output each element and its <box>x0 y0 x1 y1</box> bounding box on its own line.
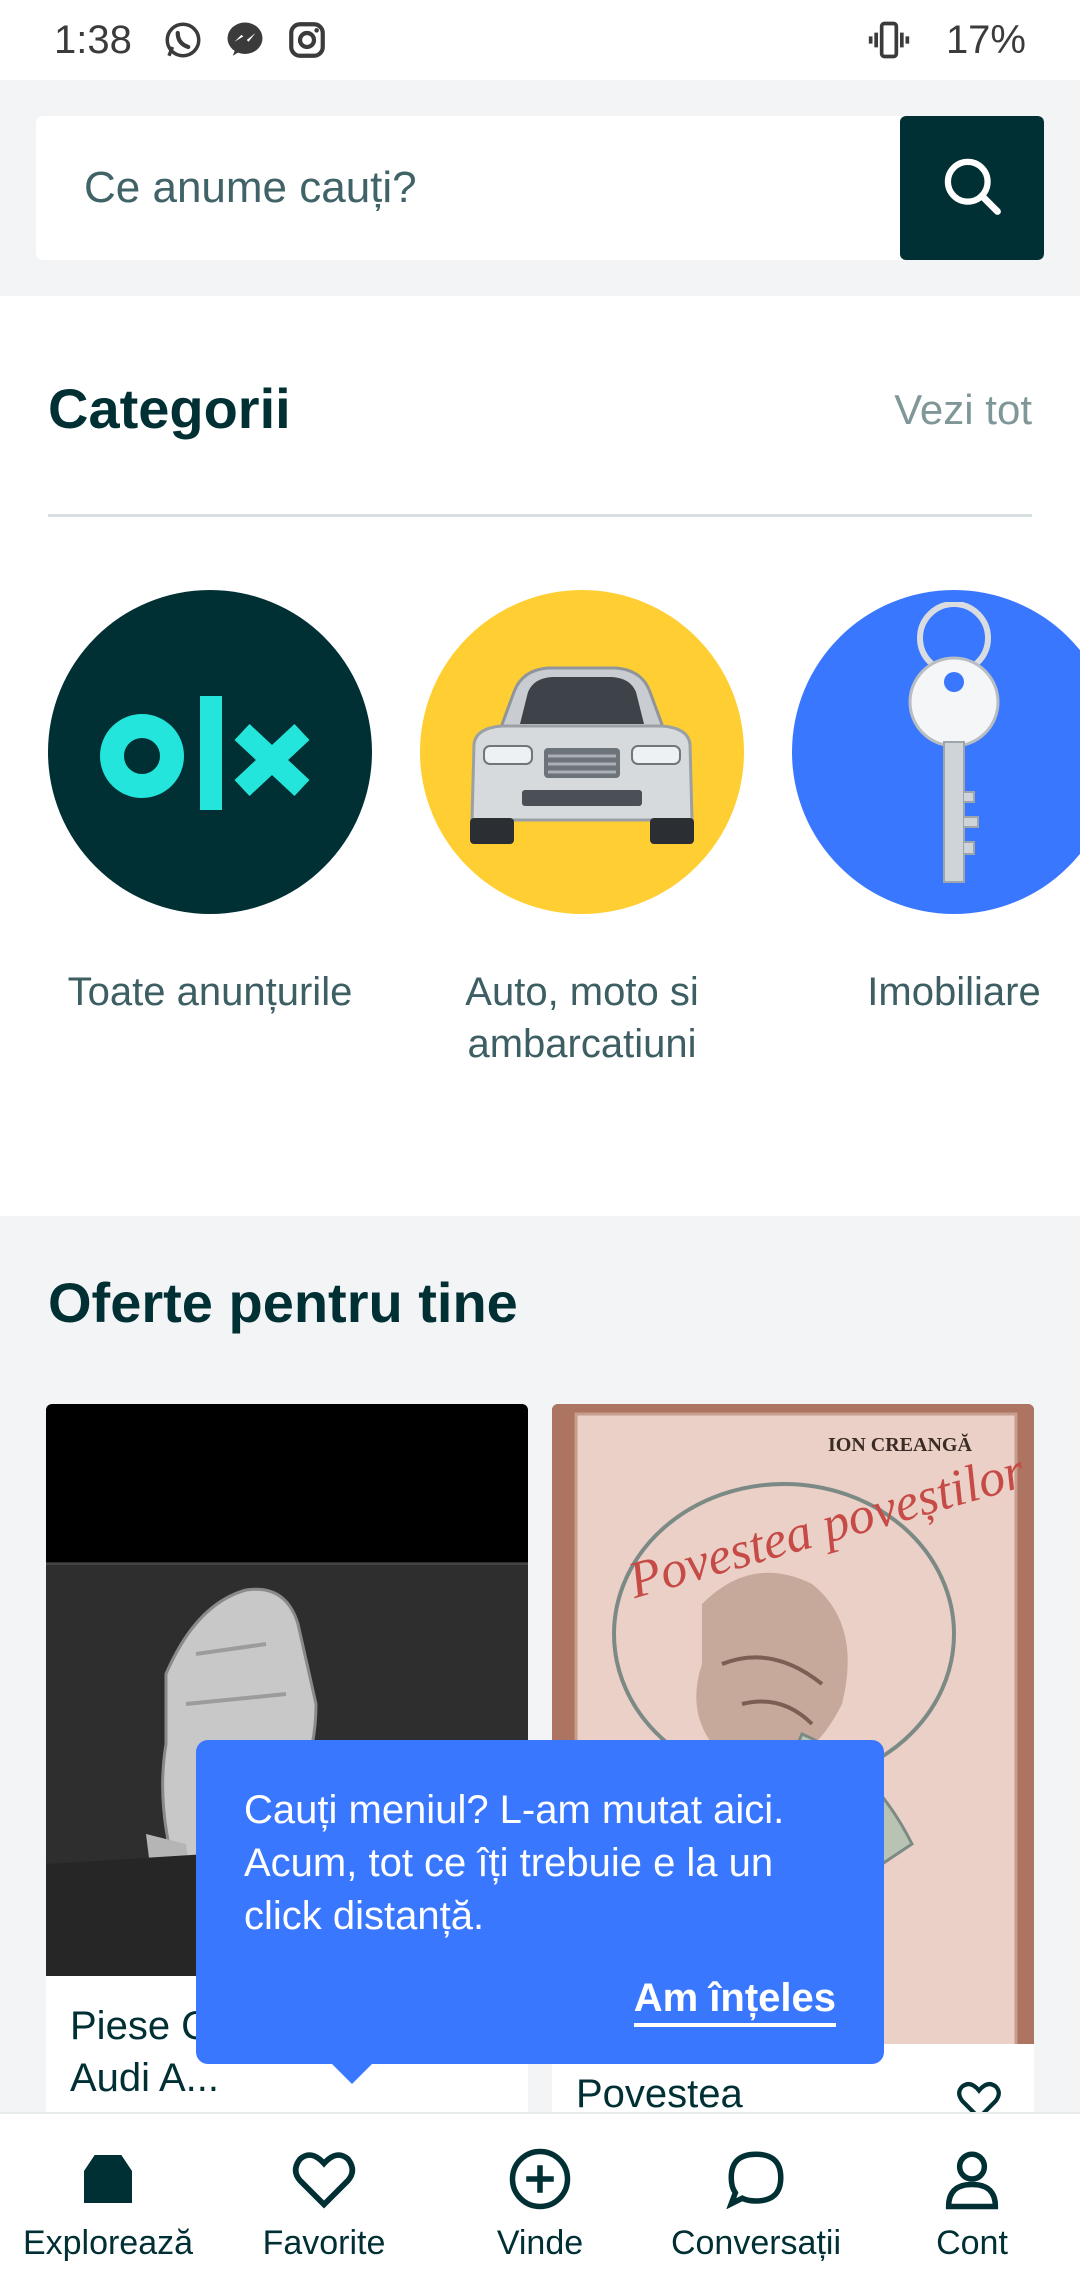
nav-label: Explorează <box>22 2224 194 2262</box>
whatsapp-icon <box>160 17 206 63</box>
category-real-estate[interactable]: Imobiliare <box>792 590 1080 1018</box>
nav-label: Favorite <box>262 2224 386 2262</box>
status-time: 1:38 <box>54 17 132 62</box>
olx-logo-icon <box>48 590 372 914</box>
nav-sell[interactable]: Vinde <box>432 2114 648 2280</box>
nav-conversations[interactable]: Conversații <box>648 2114 864 2280</box>
chat-icon <box>721 2144 791 2214</box>
divider <box>48 514 1032 517</box>
messenger-icon <box>222 17 268 63</box>
app-screen: 1:38 17% Categorii Vez <box>0 0 1080 2280</box>
categories-title: Categorii <box>48 377 291 440</box>
categories-section: Categorii Vezi tot Toate anunțurile Auto… <box>0 296 1080 1216</box>
category-label: Auto, moto si ambarcatiuni <box>465 970 699 1066</box>
category-auto[interactable]: Auto, moto si ambarcatiuni <box>420 590 744 1070</box>
nav-explore[interactable]: Explorează <box>0 2114 216 2280</box>
tooltip-arrow <box>330 2062 374 2084</box>
nav-label: Vinde <box>496 2224 584 2262</box>
plus-circle-icon <box>505 2144 575 2214</box>
vibrate-icon <box>866 17 912 63</box>
offers-title: Oferte pentru tine <box>48 1271 518 1334</box>
home-icon <box>73 2144 143 2214</box>
heart-icon <box>289 2144 359 2214</box>
category-label: Imobiliare <box>867 970 1041 1014</box>
nav-label: Conversații <box>670 2224 842 2262</box>
nav-favorites[interactable]: Favorite <box>216 2114 432 2280</box>
tooltip-dismiss-button[interactable]: Am înțeles <box>633 1976 836 2027</box>
see-all-link[interactable]: Vezi tot <box>894 386 1032 434</box>
search-section <box>0 80 1080 296</box>
search-box <box>36 116 1044 260</box>
tooltip-text: Cauți meniul? L-am mutat aici. Acum, tot… <box>244 1788 785 1938</box>
nav-label: Cont <box>936 2224 1008 2262</box>
search-button[interactable] <box>900 116 1044 260</box>
bottom-nav: Explorează Favorite Vinde Conversații Co… <box>0 2112 1080 2280</box>
key-icon <box>792 590 1080 914</box>
car-icon <box>420 590 744 914</box>
status-right: 17% <box>866 17 1026 63</box>
category-label: Toate anunțurile <box>67 970 353 1014</box>
book-author: ION CREANGĂ <box>828 1434 972 1456</box>
instagram-icon <box>284 17 330 63</box>
menu-tooltip: Cauți meniul? L-am mutat aici. Acum, tot… <box>196 1740 884 2064</box>
user-icon <box>937 2144 1007 2214</box>
nav-account[interactable]: Cont <box>864 2114 1080 2280</box>
category-all-ads[interactable]: Toate anunțurile <box>48 590 372 1018</box>
search-input[interactable] <box>36 116 900 260</box>
search-icon <box>938 152 1006 225</box>
status-bar: 1:38 17% <box>0 0 1080 80</box>
battery-percent: 17% <box>945 17 1026 62</box>
